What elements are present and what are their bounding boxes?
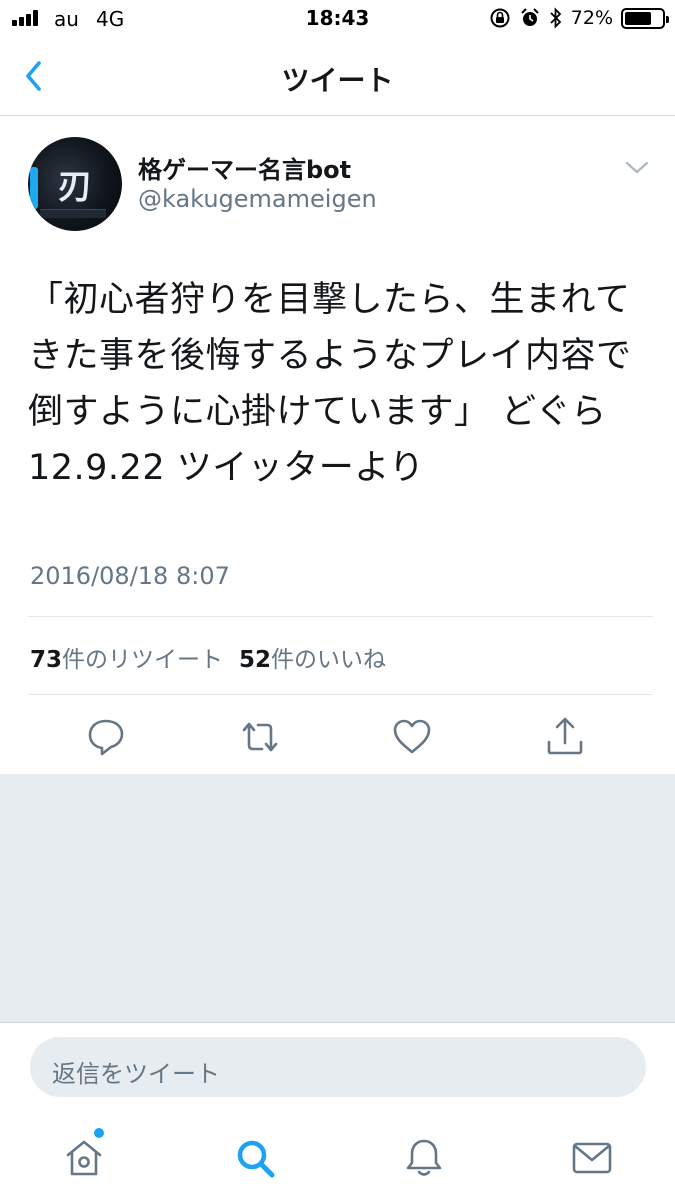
tweet-text: 「初心者狩りを目撃したら、生まれてきた事を後悔するようなプレイ内容で倒すように心… — [28, 280, 643, 488]
user-handle[interactable]: @kakugemameigen — [138, 185, 377, 213]
search-icon[interactable] — [233, 1136, 277, 1180]
reply-icon[interactable] — [84, 715, 128, 759]
divider — [28, 694, 653, 695]
retweet-stat[interactable]: 73件のリツイート — [30, 640, 223, 674]
share-icon[interactable] — [543, 715, 587, 759]
reply-input[interactable]: 返信をツイート — [30, 1037, 646, 1097]
engagement-counts: 73件のリツイート 52件のいいね — [30, 640, 386, 674]
replies-area — [0, 774, 675, 1022]
like-label: 件のいいね — [271, 647, 387, 673]
reply-bar: 返信をツイート — [0, 1022, 675, 1112]
divider — [28, 616, 653, 617]
retweet-icon[interactable] — [238, 715, 282, 759]
like-count: 52 — [239, 647, 272, 673]
chevron-down-icon[interactable] — [624, 157, 650, 177]
retweet-count: 73 — [30, 647, 63, 673]
display-name[interactable]: 格ゲーマー名言bot — [138, 150, 351, 185]
retweet-label: 件のリツイート — [62, 647, 224, 673]
like-icon[interactable] — [390, 715, 434, 759]
status-bar: au 4G 18:43 72% — [0, 0, 675, 38]
bluetooth-icon — [550, 7, 562, 29]
tweet-timestamp[interactable]: 2016/08/18 8:07 — [30, 562, 230, 590]
battery-icon — [621, 7, 669, 29]
alarm-icon — [521, 8, 539, 26]
nav-bar: ツイート — [0, 38, 675, 116]
tweet-actions — [0, 715, 675, 761]
home-icon[interactable] — [62, 1136, 106, 1180]
page-title: ツイート — [281, 64, 394, 97]
status-indicators: 72% — [489, 5, 669, 31]
battery-fill — [625, 11, 651, 25]
avatar[interactable]: 刃 — [28, 137, 122, 231]
like-stat[interactable]: 52件のいいね — [239, 640, 386, 674]
messages-icon[interactable] — [570, 1136, 614, 1180]
tab-bar — [0, 1112, 675, 1200]
battery-percent: 72% — [570, 7, 613, 29]
notifications-icon[interactable] — [402, 1136, 446, 1180]
notification-dot — [94, 1128, 104, 1138]
rotation-lock-icon — [490, 8, 510, 28]
